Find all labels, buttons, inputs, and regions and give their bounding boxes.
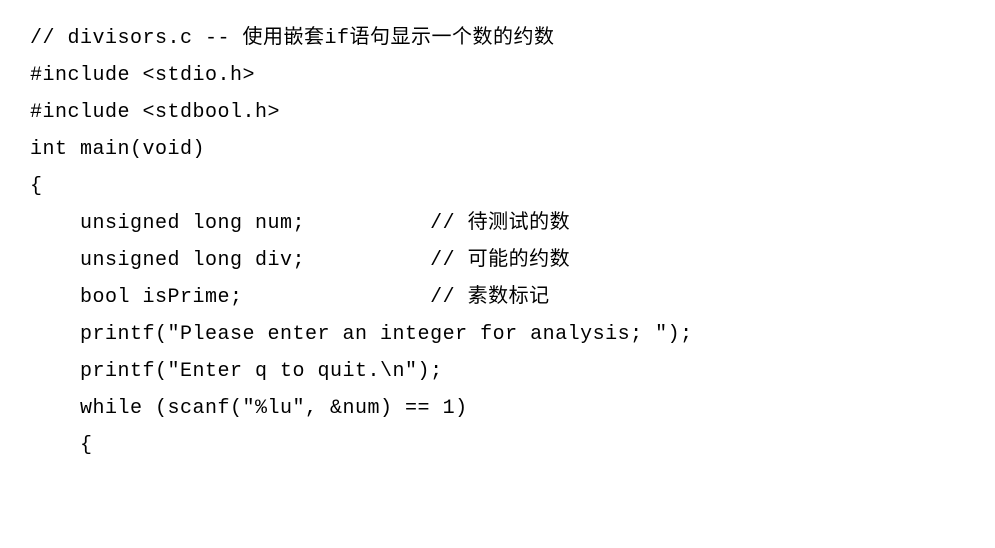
code-line-while-open-brace: { [30, 427, 965, 464]
code-line-while-scanf: while (scanf("%lu", &num) == 1) [30, 390, 965, 427]
code-line-var-num: unsigned long num; // 待测试的数 [30, 205, 965, 242]
code-line-printf-prompt: printf("Please enter an integer for anal… [30, 316, 965, 353]
code-line-main-signature: int main(void) [30, 131, 965, 168]
code-block: // divisors.c -- 使用嵌套if语句显示一个数的约数 #inclu… [30, 20, 965, 464]
code-line-printf-quit: printf("Enter q to quit.\n"); [30, 353, 965, 390]
code-line-include-stdbool: #include <stdbool.h> [30, 94, 965, 131]
code-line-include-stdio: #include <stdio.h> [30, 57, 965, 94]
code-line-var-div: unsigned long div; // 可能的约数 [30, 242, 965, 279]
code-line-open-brace: { [30, 168, 965, 205]
code-line-comment-header: // divisors.c -- 使用嵌套if语句显示一个数的约数 [30, 20, 965, 57]
code-line-var-isprime: bool isPrime; // 素数标记 [30, 279, 965, 316]
